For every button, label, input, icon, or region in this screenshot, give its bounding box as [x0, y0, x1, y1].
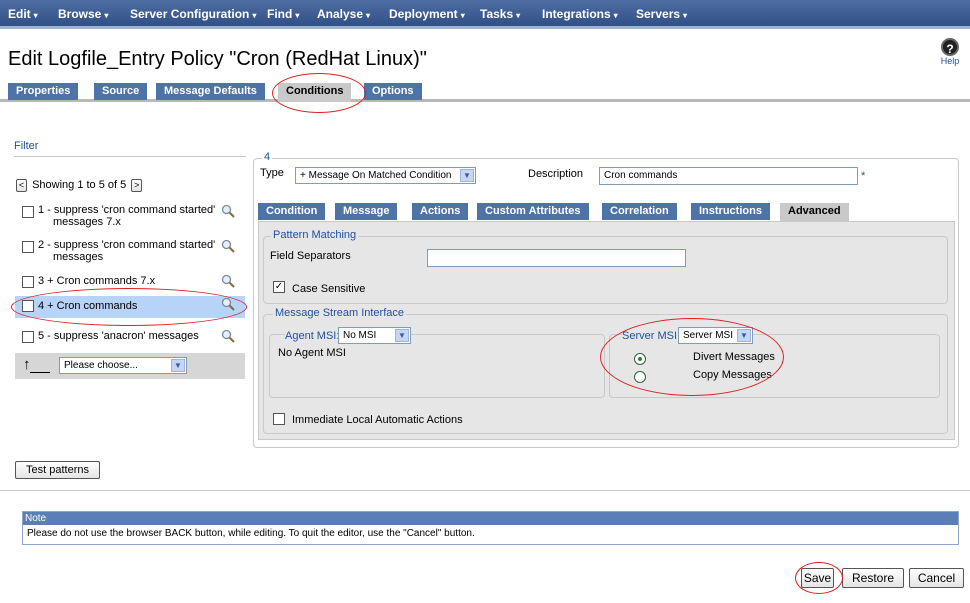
tab-properties[interactable]: Properties: [8, 83, 79, 100]
help-icon: ?: [941, 38, 959, 56]
list-item[interactable]: 1 - suppress 'cron command started' mess…: [15, 203, 245, 231]
move-select[interactable]: Please choose... ▼: [59, 357, 187, 374]
pager: < Showing 1 to 5 of 5 >: [16, 179, 143, 192]
pattern-matching-group: Pattern Matching: [263, 229, 948, 304]
type-select[interactable]: + Message On Matched Condition ▼: [295, 167, 476, 184]
help-button[interactable]: ? Help: [935, 38, 965, 66]
tab-options[interactable]: Options: [364, 83, 422, 100]
menu-find[interactable]: Find ▾: [267, 7, 299, 21]
magnifier-icon[interactable]: [221, 329, 235, 343]
subtab-condition[interactable]: Condition: [258, 203, 326, 220]
subtab-custom-attributes[interactable]: Custom Attributes: [477, 203, 589, 220]
list-item-label-line2: messages 7.x: [53, 216, 121, 228]
menu-server-configuration[interactable]: Server Configuration ▾: [130, 7, 256, 21]
server-msi-group: [609, 334, 940, 398]
chevron-down-icon: ▼: [460, 169, 474, 182]
menu-servers[interactable]: Servers ▾: [636, 7, 687, 21]
divider: [0, 490, 970, 491]
magnifier-icon[interactable]: [221, 274, 235, 288]
menu-analyse[interactable]: Analyse ▾: [317, 7, 370, 21]
agent-msi-group: [269, 334, 605, 398]
list-item-checkbox[interactable]: [22, 241, 34, 253]
menu-browse[interactable]: Browse ▾: [58, 7, 108, 21]
chevron-down-icon: ▼: [737, 329, 751, 342]
agent-msi-select[interactable]: No MSI ▼: [338, 327, 411, 344]
menu-edit[interactable]: Edit ▾: [8, 7, 38, 21]
immediate-actions-checkbox[interactable]: [273, 413, 285, 425]
list-item-checkbox[interactable]: [22, 206, 34, 218]
condition-number: 4: [262, 151, 273, 163]
agent-msi-text: No Agent MSI: [278, 347, 346, 359]
list-item-checkbox[interactable]: [22, 276, 34, 288]
copy-messages-radio[interactable]: [634, 371, 646, 383]
subtab-advanced[interactable]: Advanced: [780, 203, 849, 221]
field-separators-label: Field Separators: [270, 250, 351, 262]
subtab-instructions[interactable]: Instructions: [691, 203, 770, 220]
list-item-checkbox[interactable]: [22, 300, 34, 312]
move-up-icon[interactable]: ↑: [23, 357, 31, 372]
magnifier-icon[interactable]: [221, 204, 235, 218]
field-separators-input[interactable]: [427, 249, 686, 267]
list-item-label-line2: messages: [53, 251, 104, 263]
divert-messages-radio[interactable]: [634, 353, 646, 365]
note-title: Note: [23, 512, 958, 525]
list-item-checkbox[interactable]: [22, 331, 34, 343]
menu-tasks[interactable]: Tasks ▾: [480, 7, 520, 21]
list-item-label: 4 + Cron commands: [38, 300, 138, 312]
list-item-selected[interactable]: 4 + Cron commands: [15, 296, 245, 318]
magnifier-icon[interactable]: [221, 297, 235, 311]
list-item-label: 1 - suppress 'cron command started': [38, 204, 216, 216]
agent-msi-label: Agent MSI:: [285, 330, 340, 342]
server-msi-label: Server MSI:: [622, 330, 681, 342]
list-item[interactable]: 5 - suppress 'anacron' messages: [15, 328, 245, 348]
cancel-button[interactable]: Cancel: [909, 568, 964, 588]
note-box: Note Please do not use the browser BACK …: [22, 511, 959, 545]
case-sensitive-label: Case Sensitive: [292, 283, 366, 295]
required-marker: *: [861, 170, 866, 182]
chevron-down-icon: ▼: [395, 329, 409, 342]
next-page-button[interactable]: >: [131, 179, 143, 192]
server-msi-select[interactable]: Server MSI ▼: [678, 327, 753, 344]
move-icon-line: [30, 372, 50, 373]
divert-messages-label: Divert Messages: [693, 351, 775, 363]
page-title: Edit Logfile_Entry Policy "Cron (RedHat …: [8, 48, 427, 70]
subtab-message[interactable]: Message: [335, 203, 398, 220]
menu-integrations[interactable]: Integrations ▾: [542, 7, 618, 21]
tab-source[interactable]: Source: [94, 83, 148, 100]
list-item[interactable]: 3 + Cron commands 7.x: [15, 273, 245, 293]
tab-message-defaults[interactable]: Message Defaults: [156, 83, 265, 100]
showing-text: Showing 1 to 5 of 5: [32, 179, 127, 191]
list-item-label: 5 - suppress 'anacron' messages: [38, 330, 199, 342]
list-item-label: 3 + Cron commands 7.x: [38, 275, 156, 287]
move-action-bar: ↑ Please choose... ▼: [15, 353, 245, 379]
help-label: Help: [940, 56, 960, 66]
menu-deployment[interactable]: Deployment ▾: [389, 7, 465, 21]
note-text: Please do not use the browser BACK butto…: [27, 528, 475, 539]
prev-page-button[interactable]: <: [16, 179, 27, 192]
copy-messages-label: Copy Messages: [693, 369, 772, 381]
msi-legend: Message Stream Interface: [273, 307, 407, 319]
type-label: Type: [260, 167, 284, 179]
list-item[interactable]: 2 - suppress 'cron command started' mess…: [15, 238, 245, 266]
menu-bar: Edit ▾ Browse ▾ Server Configuration ▾ Find…: [0, 0, 970, 29]
test-patterns-button[interactable]: Test patterns: [15, 461, 100, 479]
filter-divider: [14, 156, 246, 157]
chevron-down-icon: ▼: [171, 359, 185, 372]
list-item-label: 2 - suppress 'cron command started': [38, 239, 216, 251]
description-label: Description: [528, 168, 584, 180]
restore-button[interactable]: Restore: [842, 568, 904, 588]
pattern-matching-legend: Pattern Matching: [271, 229, 359, 241]
subtab-correlation[interactable]: Correlation: [602, 203, 677, 220]
filter-label: Filter: [14, 140, 39, 152]
case-sensitive-checkbox[interactable]: ✓: [273, 281, 285, 293]
description-input[interactable]: Cron commands: [599, 167, 858, 185]
immediate-actions-label: Immediate Local Automatic Actions: [292, 414, 463, 426]
subtab-actions[interactable]: Actions: [412, 203, 469, 220]
magnifier-icon[interactable]: [221, 239, 235, 253]
tab-conditions[interactable]: Conditions: [278, 83, 352, 102]
save-button[interactable]: Save: [801, 568, 834, 588]
